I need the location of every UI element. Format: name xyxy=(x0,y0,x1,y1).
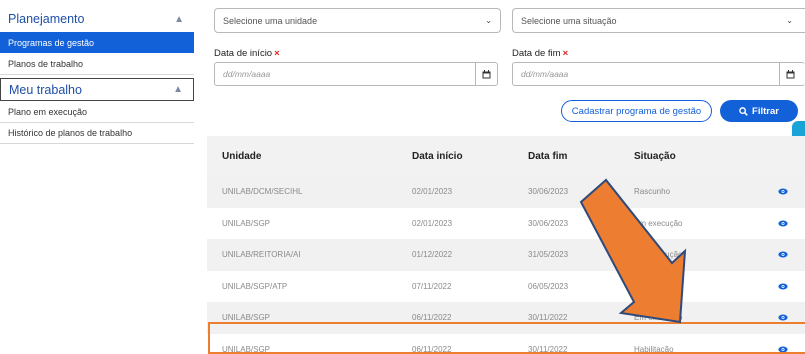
unit-select[interactable]: Selecione uma unidade ⌄ xyxy=(214,8,501,33)
eye-icon[interactable] xyxy=(777,283,788,290)
header-data-inicio[interactable]: Data início xyxy=(406,151,524,162)
header-situacao[interactable]: Situação xyxy=(630,151,760,162)
header-unidade[interactable]: Unidade xyxy=(207,151,406,162)
register-program-button[interactable]: Cadastrar programa de gestão xyxy=(561,100,712,122)
cell-unidade: UNILAB/SGP xyxy=(222,344,271,354)
cell-data-fim: 31/05/2023 xyxy=(528,250,569,260)
cell-data-inicio: 02/01/2023 xyxy=(412,187,453,197)
end-date-input[interactable]: dd/mm/aaaa xyxy=(512,62,805,86)
table-header: Unidade Data início Data fim Situação xyxy=(207,136,805,176)
table-row[interactable]: UNILAB/DCM/SECIHL 02/01/2023 30/06/2023 Ras… xyxy=(207,176,805,208)
cell-data-fim: 06/05/2023 xyxy=(528,281,569,291)
sidebar-section-title: Planejamento xyxy=(8,12,85,26)
start-date-input[interactable]: dd/mm/aaaa xyxy=(214,62,498,86)
row-actions xyxy=(760,283,805,290)
table-row[interactable]: UNILAB/SGP 06/11/2022 30/11/2022 Em execuçã… xyxy=(207,302,805,334)
cell-situacao: Em execução xyxy=(634,218,683,228)
cell-situacao: Habilitação xyxy=(634,344,674,354)
sidebar-section-title: Meu trabalho xyxy=(9,82,82,97)
table-row[interactable]: UNILAB/REITORIA/AI 01/12/2022 31/05/2023 Em… xyxy=(207,239,805,271)
table-row[interactable]: UNILAB/SGP/ATP 07/11/2022 06/05/2023 xyxy=(207,270,805,302)
start-date-label: Data de início × xyxy=(214,48,280,59)
end-date-label: Data de fim × xyxy=(512,48,568,59)
eye-icon[interactable] xyxy=(777,346,788,353)
chevron-down-icon: ⌄ xyxy=(485,16,492,25)
cell-unidade: UNILAB/REITORIA/AI xyxy=(222,250,301,260)
row-actions xyxy=(760,251,805,258)
table-row[interactable]: UNILAB/SGP 02/01/2023 30/06/2023 Em execuçã… xyxy=(207,207,805,239)
cell-unidade: UNILAB/SGP xyxy=(222,218,271,228)
sidebar-item-plano-em-execucao[interactable]: Plano em execução xyxy=(0,102,194,123)
cell-unidade: UNILAB/SGP/ATP xyxy=(222,281,288,291)
calendar-icon[interactable] xyxy=(779,63,801,85)
programs-table: Unidade Data início Data fim Situação UN… xyxy=(207,136,805,354)
required-mark: × xyxy=(274,48,280,59)
cell-data-inicio: 06/11/2022 xyxy=(412,344,452,354)
sidebar-item-planos-de-trabalho[interactable]: Planos de trabalho xyxy=(0,54,194,75)
cell-situacao: Em execução xyxy=(634,313,683,323)
row-actions xyxy=(760,314,805,321)
chevron-down-icon: ⌄ xyxy=(786,16,793,25)
cell-data-fim: 30/11/2022 xyxy=(528,344,568,354)
sidebar-item-programas-de-gestao[interactable]: Programas de gestão xyxy=(0,32,194,53)
chevron-up-icon: ▲ xyxy=(174,13,184,25)
sidebar-section-planejamento[interactable]: Planejamento ▲ xyxy=(0,8,194,30)
row-actions xyxy=(760,346,805,353)
unit-select-value: Selecione uma unidade xyxy=(223,15,318,26)
cell-unidade: UNILAB/DCM/SECIHL xyxy=(222,187,303,197)
row-actions xyxy=(760,220,805,227)
filter-button-label: Filtrar xyxy=(752,105,779,117)
cell-unidade: UNILAB/SGP xyxy=(222,313,271,323)
sidebar-item-historico-de-planos[interactable]: Histórico de planos de trabalho xyxy=(0,123,194,144)
required-mark: × xyxy=(562,48,569,59)
row-actions xyxy=(760,188,805,195)
start-date-label-text: Data de início xyxy=(214,48,273,59)
table-row[interactable]: UNILAB/SGP 06/11/2022 30/11/2022 Habilitaçã… xyxy=(207,333,805,354)
cell-data-inicio: 06/11/2022 xyxy=(412,313,452,323)
cell-data-inicio: 07/11/2022 xyxy=(412,281,452,291)
status-select[interactable]: Selecione uma situação ⌄ xyxy=(512,8,805,33)
sidebar: Planejamento ▲ Programas de gestão Plano… xyxy=(0,0,194,354)
cell-data-fim: 30/06/2023 xyxy=(528,218,569,228)
eye-icon[interactable] xyxy=(777,251,788,258)
filter-button[interactable]: Filtrar xyxy=(720,100,798,122)
sidebar-section-meu-trabalho[interactable]: Meu trabalho ▲ xyxy=(0,78,194,101)
end-date-placeholder: dd/mm/aaaa xyxy=(521,69,569,79)
search-icon xyxy=(739,106,748,116)
start-date-placeholder: dd/mm/aaaa xyxy=(223,69,271,79)
cell-situacao: Rascunho xyxy=(634,187,671,197)
cell-data-inicio: 01/12/2022 xyxy=(412,250,453,260)
cell-situacao: Em execução xyxy=(634,250,683,260)
table-body: UNILAB/DCM/SECIHL 02/01/2023 30/06/2023 Ras… xyxy=(207,176,805,354)
calendar-icon[interactable] xyxy=(475,63,497,85)
eye-icon[interactable] xyxy=(777,188,788,195)
end-date-label-text: Data de fim xyxy=(512,48,561,59)
cell-data-inicio: 02/01/2023 xyxy=(412,218,453,228)
eye-icon[interactable] xyxy=(777,314,788,321)
cell-data-fim: 30/11/2022 xyxy=(528,313,568,323)
cell-data-fim: 30/06/2023 xyxy=(528,187,569,197)
header-data-fim[interactable]: Data fim xyxy=(524,151,630,162)
eye-icon[interactable] xyxy=(777,220,788,227)
status-select-value: Selecione uma situação xyxy=(521,15,617,26)
chevron-up-icon: ▲ xyxy=(173,84,183,95)
